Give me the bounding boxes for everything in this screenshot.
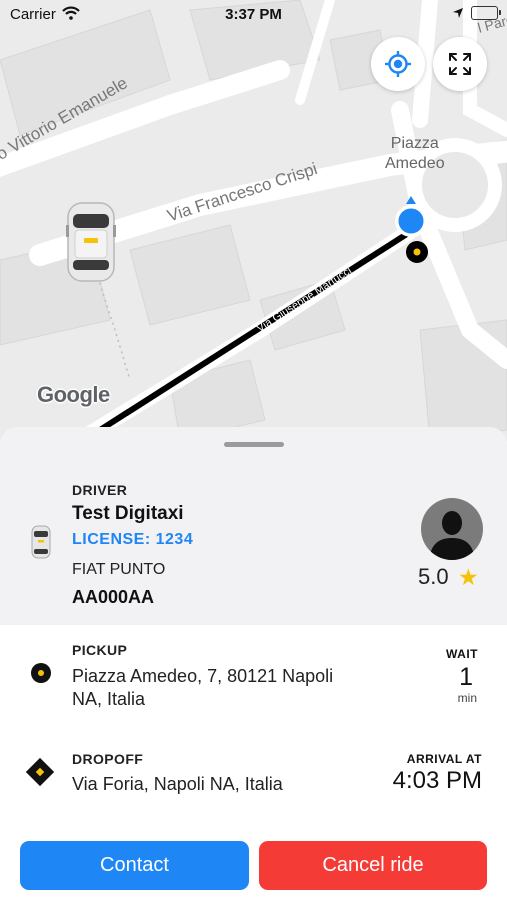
taxi-icon	[31, 525, 51, 559]
battery-icon	[471, 6, 501, 20]
pickup-address-line1: Piazza Amedeo, 7, 80121 Napoli	[72, 666, 334, 686]
crosshair-icon	[385, 51, 411, 77]
status-bar: Carrier 3:37 PM	[0, 0, 507, 28]
place-label-line1: Piazza	[390, 135, 439, 152]
dropoff-address: Via Foria, Napoli NA, Italia	[72, 774, 283, 794]
dropoff-label: DROPOFF	[72, 751, 144, 767]
driver-avatar	[421, 498, 483, 560]
status-time: 3:37 PM	[225, 6, 282, 23]
pickup-marker-icon	[31, 663, 51, 683]
arrival-time: 4:03 PM	[392, 767, 482, 794]
car-model: FIAT PUNTO	[72, 561, 166, 578]
location-arrow-icon	[453, 8, 463, 18]
google-logo: Google	[37, 382, 110, 407]
expand-map-button[interactable]	[433, 37, 487, 91]
driver-license: LICENSE: 1234	[72, 531, 194, 548]
driver-name: Test Digitaxi	[72, 503, 184, 524]
sheet-grabber-handle[interactable]	[224, 442, 284, 447]
pickup-address-line2: NA, Italia	[72, 689, 146, 709]
dropoff-marker-icon	[25, 757, 55, 787]
arrival-label: ARRIVAL AT	[406, 752, 482, 766]
contact-button[interactable]: Contact	[20, 841, 249, 890]
driver-rating: 5.0	[418, 564, 449, 589]
star-icon: ★	[458, 564, 479, 590]
driver-section: DRIVER Test Digitaxi LICENSE: 1234 FIAT …	[0, 427, 507, 625]
user-location-icon	[395, 196, 428, 263]
pickup-label: PICKUP	[72, 642, 128, 658]
place-label-piazza-amedeo: Piazza Amedeo	[385, 134, 445, 174]
ride-details-sheet: DRIVER Test Digitaxi LICENSE: 1234 FIAT …	[0, 427, 507, 900]
wait-unit: min	[457, 691, 477, 705]
wait-label: WAIT	[446, 647, 478, 661]
cancel-ride-button[interactable]: Cancel ride	[259, 841, 487, 890]
center-location-button[interactable]	[371, 37, 425, 91]
pickup-address: Piazza Amedeo, 7, 80121 Napoli NA, Itali…	[72, 665, 333, 711]
avatar-icon	[429, 511, 475, 560]
place-label-line2: Amedeo	[385, 155, 445, 172]
car-plate: AA000AA	[72, 587, 155, 607]
wait-value: 1	[459, 663, 473, 691]
driver-label: DRIVER	[72, 482, 128, 498]
map-view[interactable]: o Vittorio Emanuele Via Francesco Crispi…	[0, 0, 507, 470]
taxi-car-marker-icon[interactable]	[66, 200, 116, 284]
expand-icon	[449, 53, 471, 75]
